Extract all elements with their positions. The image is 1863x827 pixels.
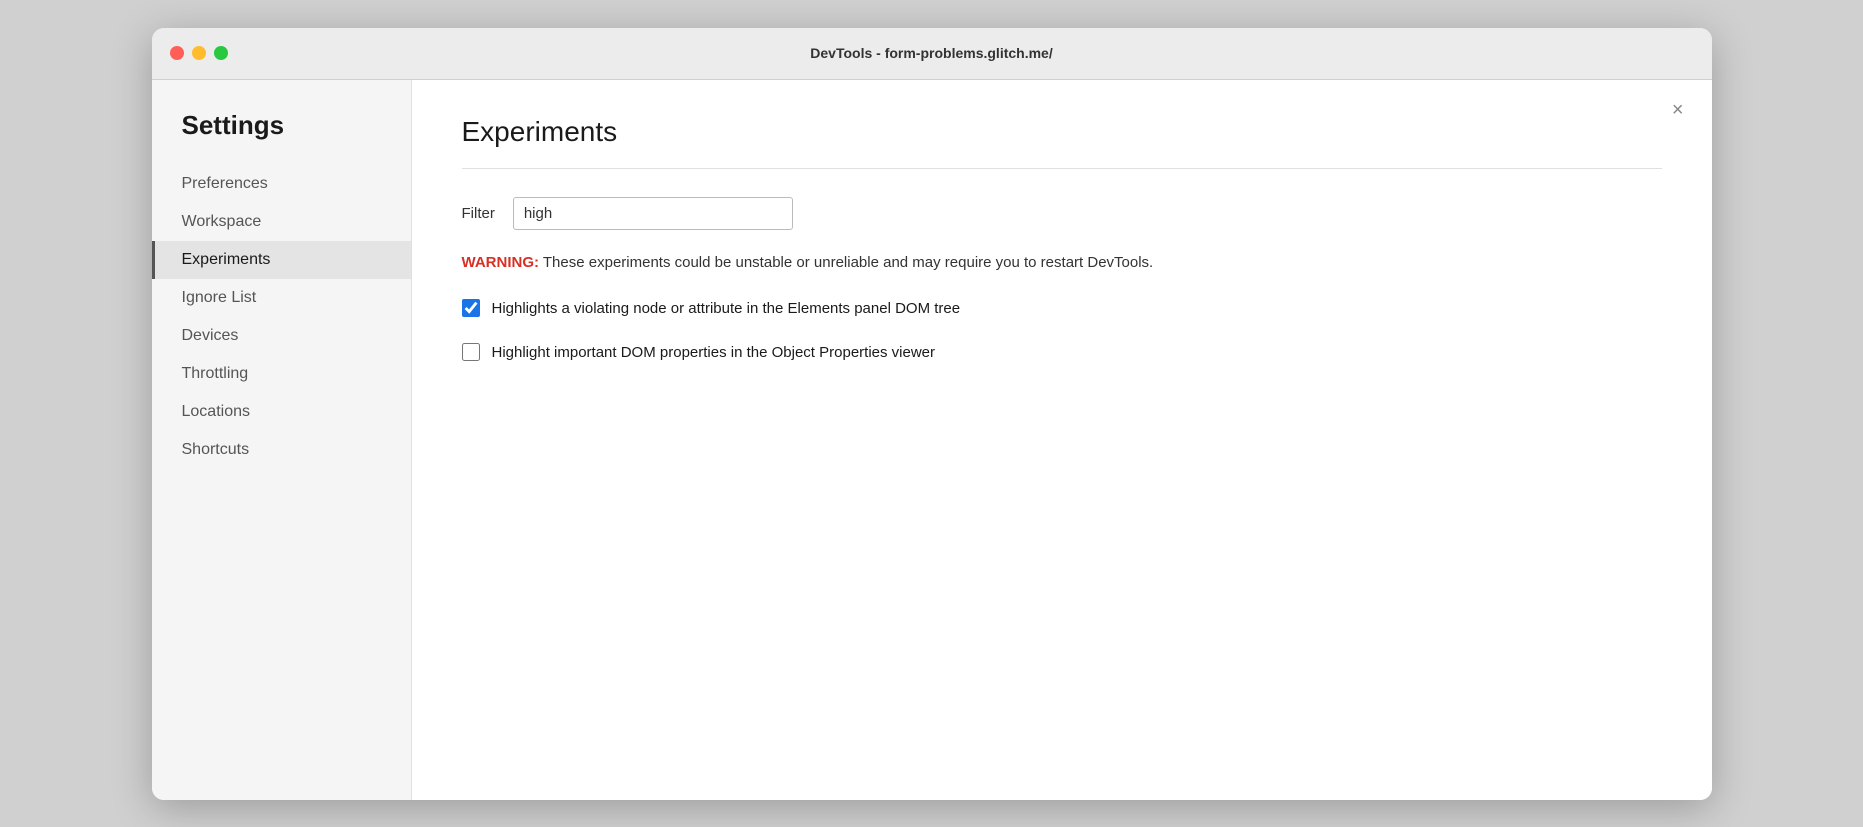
sidebar-item-ignore-list[interactable]: Ignore List — [152, 279, 411, 317]
window-title: DevTools - form-problems.glitch.me/ — [810, 45, 1052, 61]
checkbox-2[interactable] — [462, 343, 480, 361]
sidebar-item-throttling[interactable]: Throttling — [152, 355, 411, 393]
titlebar: DevTools - form-problems.glitch.me/ — [152, 28, 1712, 80]
warning-message: These experiments could be unstable or u… — [539, 254, 1153, 271]
filter-row: Filter — [462, 197, 1662, 230]
sidebar-item-workspace[interactable]: Workspace — [152, 203, 411, 241]
sidebar-item-locations[interactable]: Locations — [152, 393, 411, 431]
page-title: Experiments — [462, 116, 1662, 148]
sidebar-item-experiments[interactable]: Experiments — [152, 241, 411, 279]
checkbox-label-2[interactable]: Highlight important DOM properties in th… — [492, 342, 936, 363]
checkbox-item-2: Highlight important DOM properties in th… — [462, 342, 1662, 366]
filter-input[interactable] — [513, 197, 793, 230]
sidebar-item-shortcuts[interactable]: Shortcuts — [152, 431, 411, 469]
close-traffic-light[interactable] — [170, 46, 184, 60]
filter-label: Filter — [462, 205, 495, 222]
checkbox-label-1[interactable]: Highlights a violating node or attribute… — [492, 298, 961, 319]
checkbox-wrapper-1 — [462, 299, 480, 322]
sidebar-item-preferences[interactable]: Preferences — [152, 165, 411, 203]
sidebar: Settings Preferences Workspace Experimen… — [152, 80, 412, 800]
divider — [462, 168, 1662, 169]
sidebar-heading: Settings — [152, 110, 411, 165]
main-panel: × Experiments Filter WARNING: These expe… — [412, 80, 1712, 800]
checkbox-wrapper-2 — [462, 343, 480, 366]
content-area: Settings Preferences Workspace Experimen… — [152, 80, 1712, 800]
traffic-lights — [170, 46, 228, 60]
devtools-window: DevTools - form-problems.glitch.me/ Sett… — [152, 28, 1712, 800]
sidebar-item-devices[interactable]: Devices — [152, 317, 411, 355]
checkbox-item-1: Highlights a violating node or attribute… — [462, 298, 1662, 322]
minimize-traffic-light[interactable] — [192, 46, 206, 60]
warning-text: WARNING: These experiments could be unst… — [462, 252, 1662, 275]
maximize-traffic-light[interactable] — [214, 46, 228, 60]
close-button[interactable]: × — [1672, 100, 1684, 120]
checkbox-1[interactable] — [462, 299, 480, 317]
warning-label: WARNING: — [462, 254, 540, 271]
